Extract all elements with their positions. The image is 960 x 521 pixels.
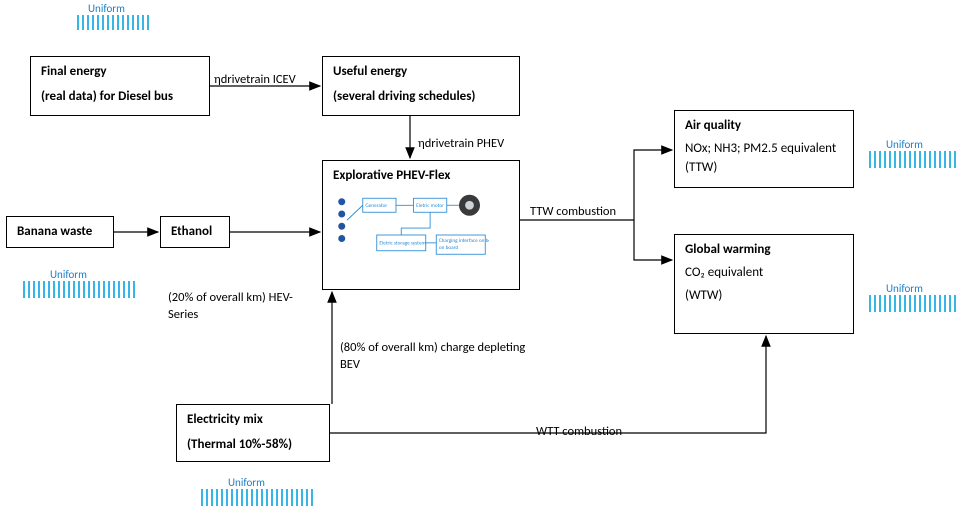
- diagram-stage: Uniform Uniform Uniform Uniform Uniform …: [0, 0, 960, 521]
- arrows-layer: [0, 0, 960, 521]
